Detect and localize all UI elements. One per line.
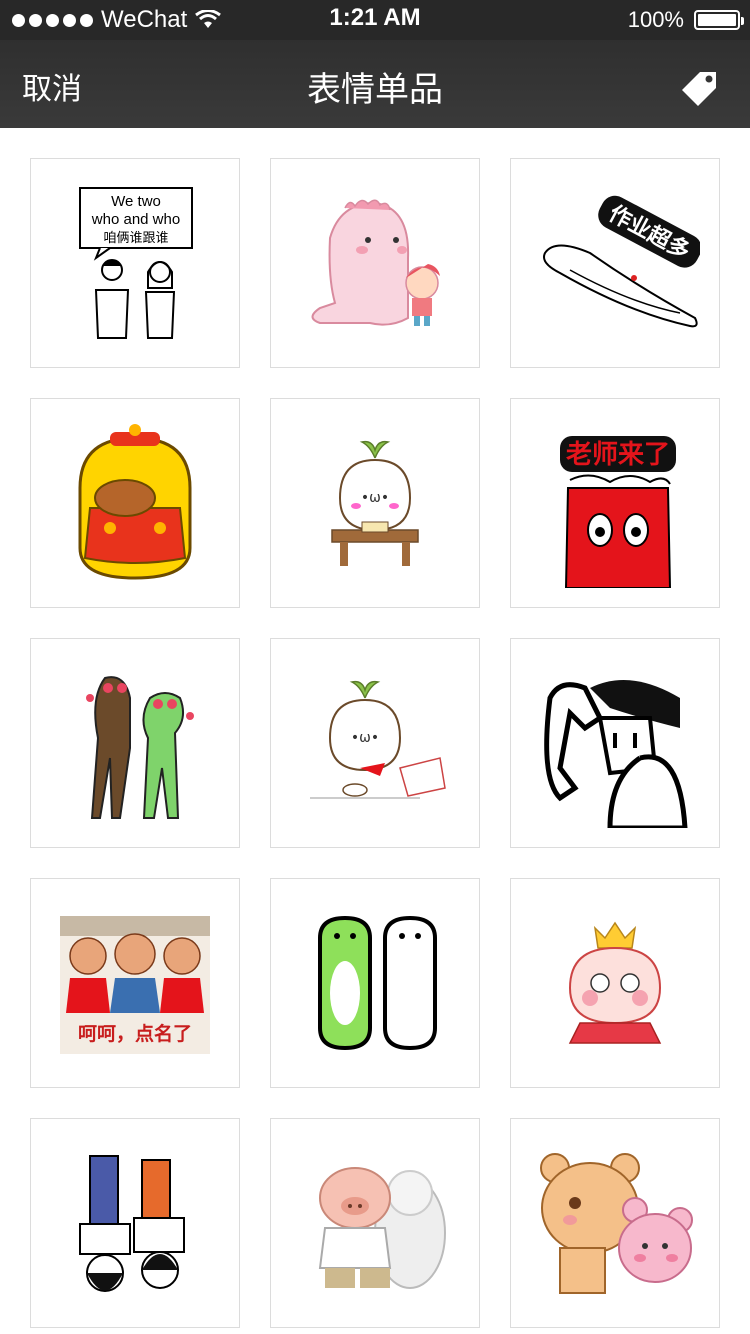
sticker-upside-down-pair[interactable] bbox=[30, 1118, 240, 1328]
sticker-image bbox=[544, 680, 688, 828]
sticker-crown-kid-reading[interactable] bbox=[510, 878, 720, 1088]
sticker-image bbox=[86, 676, 194, 819]
svg-text:•ω•: •ω• bbox=[361, 490, 389, 506]
sticker-sprout-bun-running[interactable]: •ω• bbox=[270, 638, 480, 848]
sticker-image bbox=[318, 1167, 446, 1289]
sticker-image bbox=[79, 1155, 185, 1292]
sticker-pig-and-sheep[interactable] bbox=[270, 1118, 480, 1328]
status-bar: WeChat 1:21 AM 100% bbox=[0, 0, 750, 40]
sticker-bear-hug[interactable] bbox=[510, 1118, 720, 1328]
page-title: 表情单品 bbox=[307, 70, 443, 110]
sticker-text: 老师来了 bbox=[566, 440, 670, 470]
sticker-text: 呵呵，点名了 bbox=[78, 1022, 192, 1045]
sticker-image bbox=[78, 424, 192, 580]
navigation-bar: 取消 表情单品 bbox=[0, 40, 750, 128]
sticker-sprout-bun-at-desk[interactable]: •ω• bbox=[270, 398, 480, 608]
battery-area: 100% bbox=[627, 6, 744, 34]
cancel-button[interactable]: 取消 bbox=[22, 64, 82, 108]
sticker-image bbox=[540, 1153, 693, 1294]
sticker-teacher-coming[interactable]: 老师来了 bbox=[510, 398, 720, 608]
sticker-grid: We two who and who 咱俩谁跟谁 作业超多 •ω• 老师来了 •… bbox=[30, 158, 720, 1328]
battery-icon bbox=[694, 10, 744, 30]
sticker-text: 咱俩谁跟谁 bbox=[103, 231, 168, 246]
sticker-image: 作业超多 bbox=[543, 195, 700, 328]
sticker-yellow-chubby-eating-chicken[interactable] bbox=[30, 398, 240, 608]
sticker-we-two-who-and-who[interactable]: We two who and who 咱俩谁跟谁 bbox=[30, 158, 240, 368]
sticker-image bbox=[568, 921, 662, 1044]
sticker-roll-call-kids[interactable]: 呵呵，点名了 bbox=[30, 878, 240, 1088]
sticker-image: 呵呵，点名了 bbox=[60, 916, 210, 1054]
sticker-image: •ω• bbox=[310, 680, 446, 799]
sticker-image bbox=[318, 915, 437, 1051]
tag-icon[interactable] bbox=[678, 66, 722, 110]
sticker-text: We two bbox=[111, 193, 161, 210]
sticker-pink-dinosaur-girl[interactable] bbox=[270, 158, 480, 368]
sticker-image bbox=[311, 199, 440, 326]
sticker-image: •ω• bbox=[331, 440, 419, 566]
sticker-image: 老师来了 bbox=[560, 436, 676, 588]
sticker-green-white-dogs[interactable] bbox=[270, 878, 480, 1088]
sticker-homework-too-much[interactable]: 作业超多 bbox=[510, 158, 720, 368]
svg-text:•ω•: •ω• bbox=[351, 730, 379, 746]
battery-percent: 100% bbox=[627, 7, 684, 32]
sticker-image: We two who and who 咱俩谁跟谁 bbox=[79, 187, 193, 339]
sticker-text: who and who bbox=[91, 211, 180, 228]
sticker-muscle-man[interactable] bbox=[510, 638, 720, 848]
sticker-horse-frog-love[interactable] bbox=[30, 638, 240, 848]
